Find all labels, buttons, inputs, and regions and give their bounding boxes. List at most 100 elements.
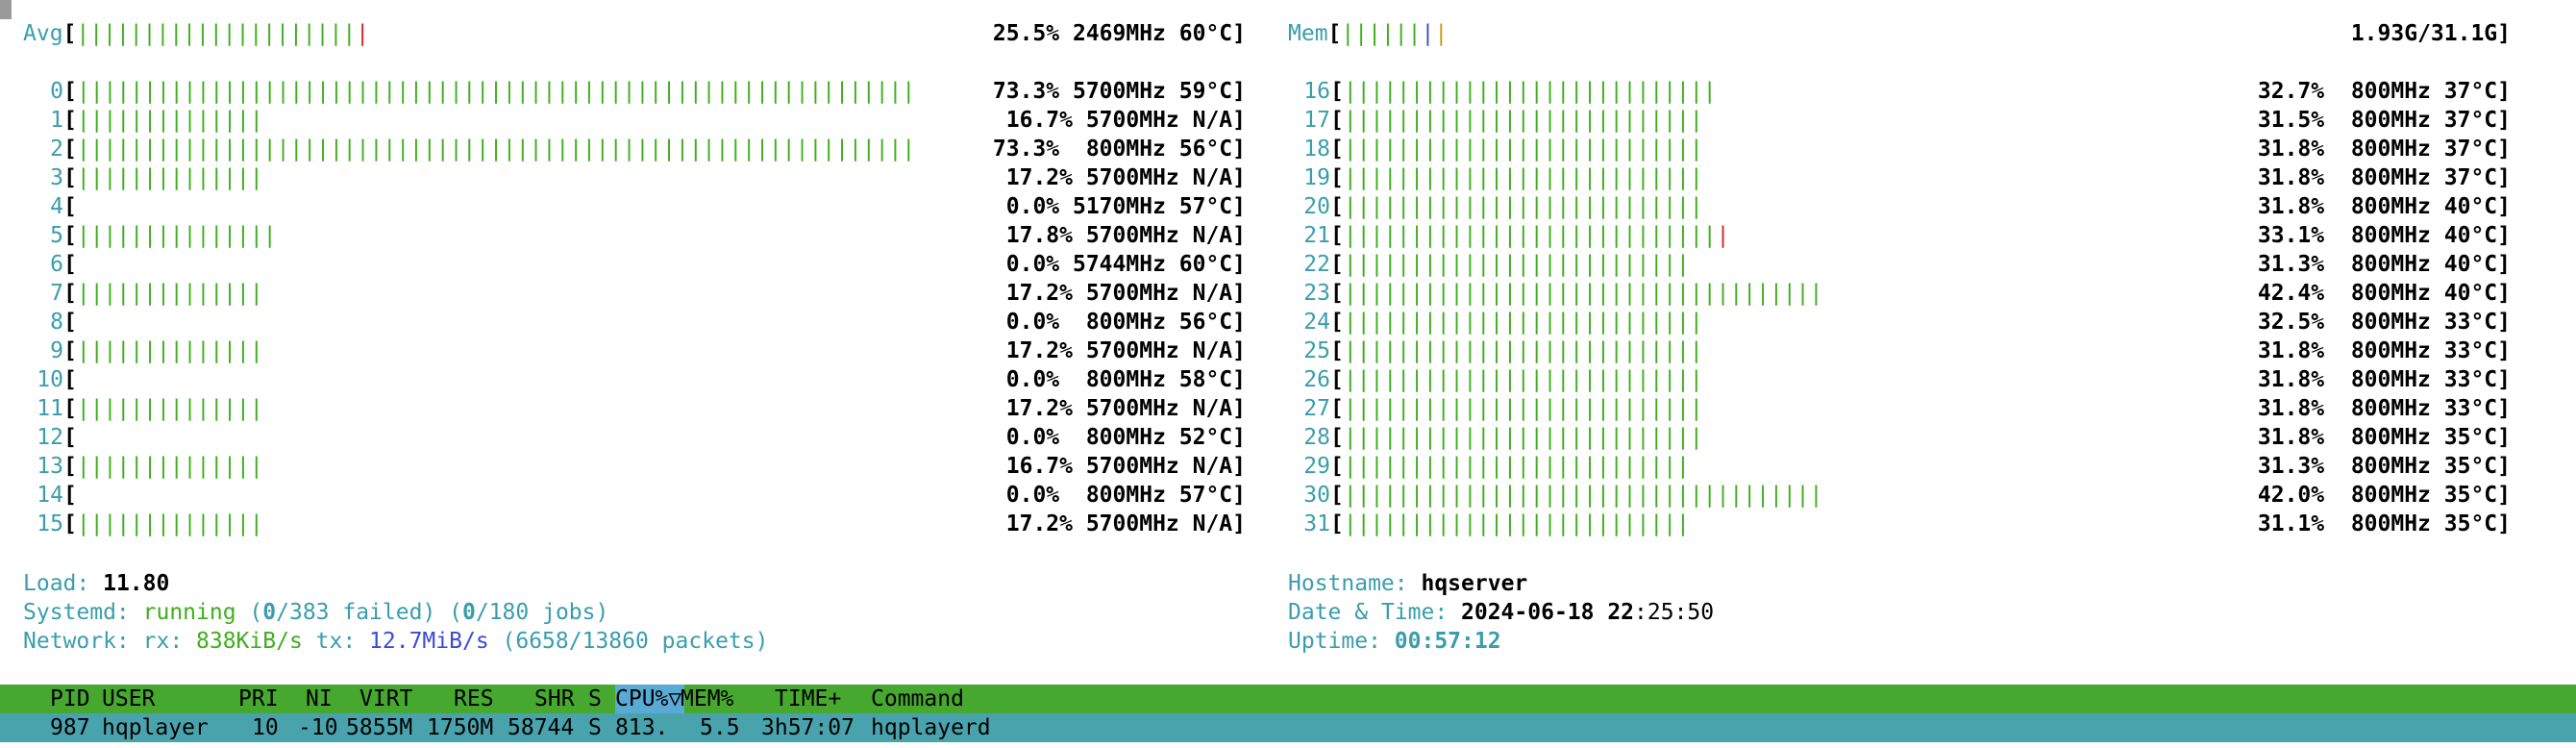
header-res[interactable]: RES xyxy=(454,685,494,713)
cpu-bar: [|||||||||||||||||||||||||||||||||||| xyxy=(1330,279,1822,308)
header-cpu[interactable]: CPU%▽ xyxy=(615,685,681,713)
uptime-line: Uptime: 00:57:12 xyxy=(1288,627,1501,656)
cpu-stats: 42.4% 800MHz 40°C] xyxy=(2257,281,2511,306)
cpu-bar: [||||||||||||||||||||||||||||| xyxy=(1330,221,1729,250)
bracket: [ xyxy=(63,310,77,335)
cpu-id: 19 xyxy=(1303,165,1330,190)
bracket: [ xyxy=(1330,511,1344,536)
cpu-bar-green: |||||||||||||| xyxy=(76,396,263,421)
bracket: [ xyxy=(1330,108,1344,133)
cpu-bar: [||||||||||||||||||||||||||| xyxy=(1330,423,1703,452)
hostname-label: Hostname: xyxy=(1288,571,1422,596)
cpu-bar: [|||||||||||||||||||||||||| xyxy=(1330,452,1690,481)
cpu-id: 26 xyxy=(1303,367,1330,392)
cpu-bar-green: |||||||||||||||||||||||||| xyxy=(1343,511,1690,536)
header-virt[interactable]: VIRT xyxy=(359,685,412,713)
header-ni[interactable]: NI xyxy=(306,685,333,713)
cpu-stats: 31.8% 800MHz 40°C] xyxy=(2257,194,2511,219)
terminal-cursor xyxy=(0,0,12,19)
header-mem[interactable]: MEM% xyxy=(681,685,733,713)
systemd-line: Systemd: running (0/383 failed) (0/180 j… xyxy=(23,600,609,625)
cpu-bar-green: |||||||||||||| xyxy=(76,108,263,133)
bracket: [ xyxy=(63,194,77,219)
row-ni: -10 xyxy=(298,715,338,740)
header-user[interactable]: USER xyxy=(102,685,155,713)
header-pid[interactable]: PID xyxy=(50,685,90,713)
mem-label: Mem xyxy=(1288,21,1328,46)
cpu-stats: 32.5% 800MHz 33°C] xyxy=(2257,310,2511,335)
cpu-bar: [||||||||||||||||||||||||||| xyxy=(1330,106,1703,135)
datetime-time: :25:50 xyxy=(1634,600,1715,625)
cpu-bar: [|||||||||||||||||||||||||||||||||||||||… xyxy=(63,77,915,106)
row-cpu: 813. xyxy=(615,715,669,740)
row-s: S xyxy=(588,715,602,740)
cpu-stats: 17.2% 5700MHz N/A] xyxy=(1005,165,1246,190)
cpu-id: 17 xyxy=(1303,108,1330,133)
cpu-id: 24 xyxy=(1303,310,1330,335)
cpu-stats: 31.3% 800MHz 40°C] xyxy=(2257,252,2511,277)
cpu-bar: [||||||||||||||||||||||||||| xyxy=(1330,394,1703,423)
cpu-stats: 31.5% 800MHz 37°C] xyxy=(2257,108,2511,133)
header-time[interactable]: TIME+ xyxy=(775,685,841,713)
cpu-stats: 16.7% 5700MHz N/A] xyxy=(1005,454,1246,479)
cpu-bar: [|||||||||||||| xyxy=(63,394,263,423)
cpu-id: 21 xyxy=(1303,223,1330,248)
header-command[interactable]: Command xyxy=(871,685,964,713)
bracket: [ xyxy=(1330,281,1344,306)
cpu-id: 14 xyxy=(37,483,63,508)
cpu-bar: [||||||||||||||||||||||||||| xyxy=(1330,163,1703,192)
network-label: Network: xyxy=(23,629,143,654)
row-pri: 10 xyxy=(252,715,279,740)
cpu-bar-green: ||||||||||||||||||||||||||| xyxy=(1343,194,1703,219)
bracket: [ xyxy=(63,425,77,450)
load-value: 11.80 xyxy=(103,571,170,596)
cpu-bar: [ xyxy=(63,365,77,394)
cpu-stats: 32.7% 800MHz 37°C] xyxy=(2257,79,2511,104)
bracket: [ xyxy=(63,252,77,277)
avg-bar-red: | xyxy=(356,21,370,46)
cpu-bar-green: |||||||||||||||||||||||||||| xyxy=(1343,79,1717,104)
cpu-bar-green: |||||||||||||||||||||||||||| xyxy=(1343,223,1717,248)
network-line: Network: rx: 838KiB/s tx: 12.7MiB/s (665… xyxy=(23,629,769,654)
cpu-id: 10 xyxy=(37,367,63,392)
cpu-stats: 17.8% 5700MHz N/A] xyxy=(1005,223,1246,248)
cpu-id: 0 xyxy=(50,79,63,104)
bracket: [ xyxy=(1330,223,1344,248)
cpu-bar: [|||||||||||||||||||||||||| xyxy=(1330,510,1690,538)
header-s[interactable]: S xyxy=(588,685,602,713)
cpu-id: 23 xyxy=(1303,281,1330,306)
cpu-id: 4 xyxy=(50,194,63,219)
cpu-stats: 31.1% 800MHz 35°C] xyxy=(2257,511,2511,536)
network-packets: (6658/13860 packets) xyxy=(488,629,769,654)
avg-bar-green: ||||||||||||||||||||| xyxy=(76,21,357,46)
row-pid: 987 xyxy=(50,715,90,740)
cpu-id: 3 xyxy=(50,165,63,190)
header-shr[interactable]: SHR xyxy=(534,685,575,713)
cpu-bar-green: |||||||||||||||||||||||||||||||||||| xyxy=(1343,483,1823,508)
cpu-bar-green: |||||||||||||||||||||||||| xyxy=(1343,252,1690,277)
bracket: [ xyxy=(63,165,77,190)
cpu-id: 1 xyxy=(50,108,63,133)
cpu-bar: [|||||||||||||| xyxy=(63,337,263,365)
cpu-id: 20 xyxy=(1303,194,1330,219)
header-pri[interactable]: PRI xyxy=(238,685,279,713)
bracket: [ xyxy=(1330,79,1344,104)
systemd-failed-count: 0 xyxy=(262,600,277,625)
cpu-stats: 31.8% 800MHz 33°C] xyxy=(2257,367,2511,392)
cpu-bar: [ xyxy=(63,192,77,221)
bracket: [ xyxy=(63,223,77,248)
cpu-id: 18 xyxy=(1303,137,1330,162)
cpu-bar-green: ||||||||||||||||||||||||||| xyxy=(1343,425,1703,450)
cpu-bar-green: ||||||||||||||||||||||||||| xyxy=(1343,367,1703,392)
hostname-line: Hostname: hqserver xyxy=(1288,569,1527,598)
cpu-bar: [||||||||||||||||||||||||||| xyxy=(1330,365,1703,394)
cpu-stats: 31.8% 800MHz 35°C] xyxy=(2257,425,2511,450)
cpu-bar: [||||||||||||||||||||||||||| xyxy=(1330,192,1703,221)
cpu-bar: [|||||||||||||| xyxy=(63,163,263,192)
bracket: [ xyxy=(63,454,77,479)
bracket: [ xyxy=(1330,483,1344,508)
cpu-stats: 17.2% 5700MHz N/A] xyxy=(1005,281,1246,306)
cpu-stats: 73.3% 800MHz 56°C] xyxy=(992,137,1246,162)
cpu-stats: 31.8% 800MHz 33°C] xyxy=(2257,338,2511,363)
cpu-stats: 0.0% 800MHz 57°C] xyxy=(1005,483,1246,508)
